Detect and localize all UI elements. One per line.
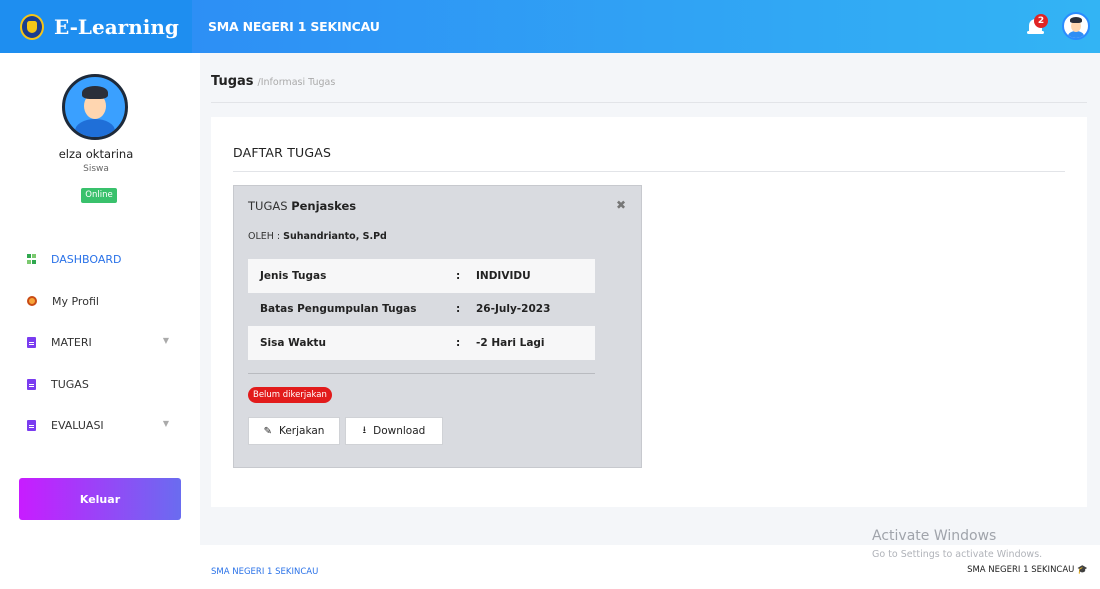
download-label: Download	[373, 425, 426, 437]
school-title: SMA NEGERI 1 SEKINCAU	[208, 19, 380, 34]
task-title-prefix: TUGAS	[248, 199, 288, 213]
sidebar-item-materi[interactable]: MATERI ▼	[0, 322, 192, 364]
sidebar-item-tugas[interactable]: TUGAS	[0, 364, 192, 406]
sidebar-item-label: DASHBOARD	[51, 253, 122, 267]
task-type-value: INDIVIDU	[476, 269, 531, 282]
breadcrumb: Tugas / Informasi Tugas	[211, 74, 335, 89]
navbar: SMA NEGERI 1 SEKINCAU 2	[192, 0, 1100, 53]
sidebar-item-label: TUGAS	[51, 377, 89, 391]
chevron-down-icon: ▼	[162, 419, 169, 428]
time-left-label: Sisa Waktu	[260, 336, 326, 349]
deadline-label: Batas Pengumpulan Tugas	[260, 303, 417, 316]
profile-icon	[27, 296, 37, 307]
breadcrumb-divider	[211, 102, 1087, 103]
sidebar-item-evaluasi[interactable]: EVALUASI ▼	[0, 405, 192, 447]
sidebar-item-my-profil[interactable]: My Profil	[0, 281, 192, 323]
card-title: DAFTAR TUGAS	[233, 145, 332, 160]
user-name: elza oktarina	[58, 147, 134, 161]
download-icon: ⭳	[362, 424, 367, 436]
sidebar-item-label: My Profil	[52, 294, 99, 308]
activate-windows-subtitle: Go to Settings to activate Windows.	[872, 549, 1043, 560]
document-icon	[27, 337, 36, 349]
footer-school-text: SMA NEGERI 1 SEKINCAU	[967, 565, 1075, 575]
page-title: Tugas	[211, 74, 254, 89]
document-icon	[27, 420, 36, 432]
sidebar-menu: DASHBOARD My Profil MATERI ▼ TUGAS EVALU…	[0, 239, 192, 447]
task-author-prefix: OLEH :	[248, 231, 281, 242]
document-icon	[27, 378, 36, 390]
bell-icon-base	[1027, 31, 1044, 34]
row-colon: :	[456, 303, 461, 316]
task-info-table: Jenis Tugas : INDIVIDU Batas Pengumpulan…	[248, 259, 595, 360]
close-icon[interactable]: ✖	[616, 198, 626, 212]
notification-badge: 2	[1034, 14, 1048, 28]
card-divider	[233, 171, 1065, 172]
task-subject: Penjaskes	[291, 199, 357, 213]
activate-windows-title: Activate Windows	[872, 528, 997, 544]
table-row: Batas Pengumpulan Tugas : 26-July-2023	[248, 293, 595, 327]
sidebar: elza oktarina Siswa Online DASHBOARD My …	[0, 53, 200, 589]
pencil-icon: ✎	[263, 425, 272, 437]
school-logo-icon	[20, 13, 44, 40]
task-author-name: Suhandrianto, S.Pd	[283, 231, 387, 242]
profile-avatar	[62, 74, 128, 140]
deadline-value: 26-July-2023	[476, 303, 551, 316]
row-colon: :	[456, 336, 461, 349]
footer-school-name: SMA NEGERI 1 SEKINCAU 🎓	[967, 565, 1088, 575]
task-title: TUGAS Penjaskes	[248, 199, 356, 213]
sidebar-item-label: MATERI	[51, 336, 92, 350]
notification-button[interactable]: 2	[1026, 14, 1048, 38]
row-colon: :	[456, 269, 461, 282]
avatar-hair	[82, 86, 108, 99]
table-row: Jenis Tugas : INDIVIDU	[248, 259, 595, 293]
task-type-label: Jenis Tugas	[260, 269, 327, 282]
work-on-task-button[interactable]: ✎ Kerjakan	[248, 417, 340, 445]
task-list-card: DAFTAR TUGAS TUGAS Penjaskes ✖ OLEH : Su…	[211, 117, 1087, 507]
breadcrumb-current: Informasi Tugas	[260, 77, 336, 88]
download-button[interactable]: ⭳ Download	[345, 417, 443, 445]
brand[interactable]: E-Learning	[0, 0, 192, 53]
task-author: OLEH : Suhandrianto, S.Pd	[248, 231, 387, 242]
user-avatar-menu[interactable]	[1062, 12, 1090, 40]
time-left-value: -2 Hari Lagi	[476, 336, 545, 349]
task-divider	[248, 373, 595, 374]
dashboard-icon	[27, 254, 36, 265]
online-status-badge: Online	[81, 188, 117, 203]
task-card: TUGAS Penjaskes ✖ OLEH : Suhandrianto, S…	[233, 185, 642, 468]
chevron-down-icon: ▼	[162, 336, 169, 345]
avatar-hair	[1070, 17, 1082, 23]
work-on-task-label: Kerjakan	[278, 425, 325, 437]
sidebar-item-label: EVALUASI	[51, 419, 104, 433]
footer-school-link[interactable]: SMA NEGERI 1 SEKINCAU	[211, 567, 318, 577]
table-row: Sisa Waktu : -2 Hari Lagi	[248, 326, 595, 360]
status-badge: Belum dikerjakan	[248, 387, 332, 403]
logout-button[interactable]: Keluar	[19, 478, 181, 520]
avatar-shirt	[75, 119, 115, 137]
brand-name: E-Learning	[54, 14, 179, 39]
user-role: Siswa	[83, 164, 109, 174]
avatar-shirt	[1068, 31, 1084, 38]
graduation-cap-icon: 🎓	[1077, 565, 1088, 575]
sidebar-item-dashboard[interactable]: DASHBOARD	[0, 239, 192, 281]
top-bar: E-Learning SMA NEGERI 1 SEKINCAU 2	[0, 0, 1100, 53]
